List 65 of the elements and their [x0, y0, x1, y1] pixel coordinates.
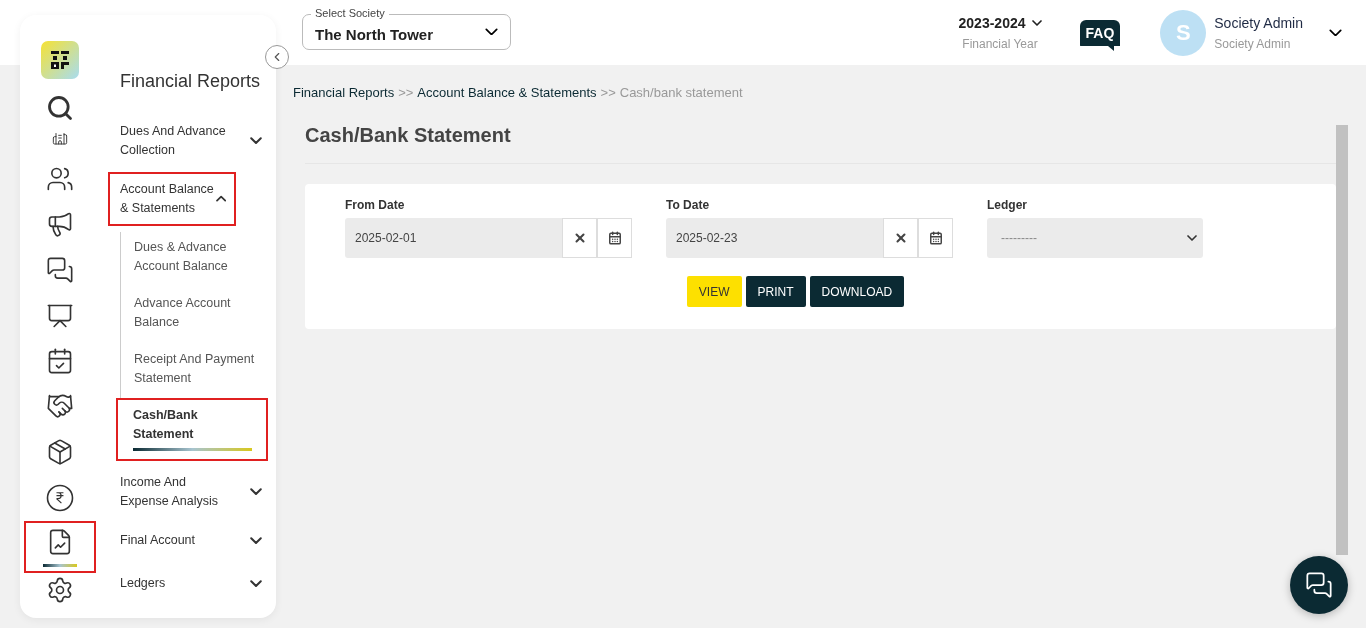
- action-button[interactable]: DOWNLOAD: [809, 276, 905, 307]
- rupee-icon: [46, 484, 74, 512]
- year-select[interactable]: 2023-2024: [958, 14, 1042, 31]
- megaphone-icon: [46, 210, 74, 238]
- building-icon: [52, 133, 68, 146]
- app-logo[interactable]: [41, 41, 79, 79]
- breadcrumb-link[interactable]: Account Balance & Statements: [417, 85, 597, 100]
- clear-button[interactable]: [883, 218, 918, 258]
- menu-section[interactable]: Dues And Advance Collection: [120, 116, 270, 166]
- chat-bubbles-icon: [1305, 571, 1333, 599]
- chevron-down-icon: [250, 579, 262, 588]
- action-button[interactable]: PRINT: [745, 276, 806, 307]
- calendar-icon: [928, 231, 943, 245]
- menu-title: Financial Reports: [120, 71, 262, 92]
- year-caption: Financial Year: [962, 36, 1038, 51]
- date-field[interactable]: 2025-02-01: [345, 218, 562, 258]
- clear-button[interactable]: [562, 218, 597, 258]
- calendar-icon: [607, 231, 622, 245]
- menu-section[interactable]: Ledgers: [120, 568, 270, 599]
- collapse-button[interactable]: [265, 45, 289, 69]
- date-field[interactable]: 2025-02-23: [666, 218, 883, 258]
- scrollbar[interactable]: [1336, 125, 1348, 555]
- calendar-button[interactable]: [918, 218, 953, 258]
- user-name: Society Admin: [1214, 14, 1303, 31]
- page-title: Cash/Bank Statement: [305, 124, 1336, 164]
- menu-section[interactable]: Account Balance & Statements: [110, 174, 234, 224]
- clear-icon: [893, 231, 908, 245]
- box-icon: [46, 438, 74, 466]
- calendar-button[interactable]: [597, 218, 632, 258]
- chevron-down-icon: [1187, 235, 1197, 241]
- presentation-board-icon: [46, 302, 74, 330]
- breadcrumb-link[interactable]: Financial Reports: [293, 85, 395, 100]
- logo-icon: [49, 49, 71, 71]
- field-label: From Date: [345, 198, 406, 212]
- bubble-tail-icon: [1108, 45, 1115, 51]
- user-role: Society Admin: [1214, 36, 1292, 51]
- chevron-down-icon: [1031, 19, 1042, 26]
- breadcrumb-separator: >>: [600, 85, 616, 100]
- chat-icon: [46, 256, 74, 284]
- settings-icon: [46, 576, 74, 604]
- chevron-down-icon: [485, 27, 498, 36]
- chevron-down-icon[interactable]: [1329, 28, 1342, 37]
- menu-section[interactable]: Final Account: [120, 525, 270, 556]
- chevron-up-icon: [215, 195, 226, 203]
- calendar-icon: [46, 347, 74, 375]
- chevron-down-icon: [250, 137, 262, 145]
- menu-section[interactable]: Income And Expense Analysis: [120, 467, 270, 517]
- search-icon: [46, 94, 74, 122]
- submenu-item[interactable]: Dues & Advance Account Balance: [121, 238, 270, 284]
- submenu-item[interactable]: Receipt And Payment Statement: [121, 350, 270, 396]
- clear-icon: [572, 231, 587, 245]
- submenu-item[interactable]: Advance Account Balance: [121, 294, 270, 340]
- action-button[interactable]: VIEW: [686, 276, 742, 307]
- chevron-down-icon: [250, 488, 262, 496]
- chat-button[interactable]: [1290, 556, 1348, 614]
- field-label: To Date: [666, 198, 711, 212]
- active-indicator: [43, 563, 77, 567]
- handshake-icon: [46, 392, 74, 420]
- nav-rail-item[interactable]: [26, 523, 94, 571]
- faq-button[interactable]: FAQ: [1079, 19, 1121, 51]
- field-label: Ledger: [987, 198, 1028, 212]
- people-icon: [46, 165, 74, 193]
- select-placeholder: ---------: [1001, 231, 1037, 245]
- breadcrumb-separator: >>: [398, 85, 414, 100]
- chevron-down-icon: [250, 536, 262, 545]
